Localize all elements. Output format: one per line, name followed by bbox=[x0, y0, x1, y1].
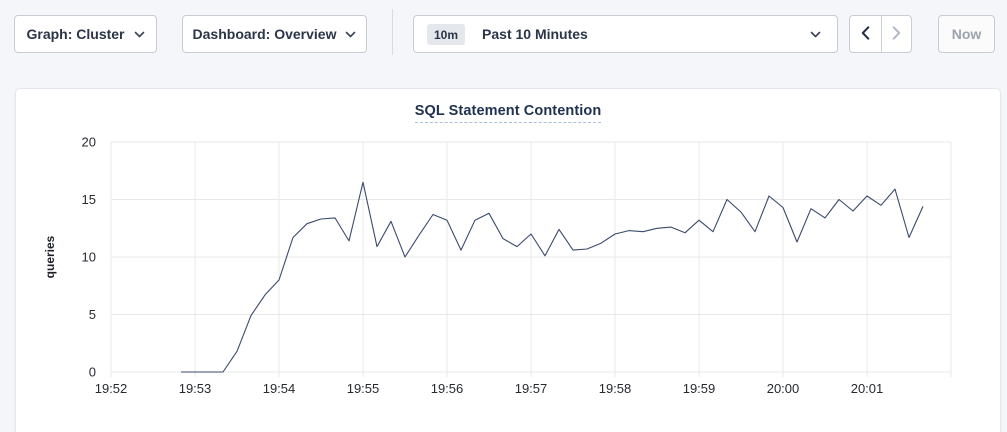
chevron-left-icon bbox=[861, 26, 870, 43]
time-prev-button[interactable] bbox=[850, 16, 881, 52]
graph-dropdown[interactable]: Graph: Cluster bbox=[14, 15, 157, 53]
x-tick-label: 19:58 bbox=[599, 381, 632, 396]
time-next-button[interactable] bbox=[881, 16, 912, 52]
dashboard-dropdown[interactable]: Dashboard: Overview bbox=[182, 15, 367, 53]
y-tick-label: 15 bbox=[82, 192, 96, 207]
x-tick-label: 19:52 bbox=[95, 381, 128, 396]
x-tick-label: 20:01 bbox=[851, 381, 884, 396]
metrics-toolbar: Graph: Cluster Dashboard: Overview 10m P… bbox=[0, 0, 1007, 70]
queries-series-line bbox=[181, 182, 923, 372]
chart-card: SQL Statement Contention 0 5 10 15 20 19:52 19… bbox=[15, 88, 1001, 432]
time-range-selector[interactable]: 10m Past 10 Minutes bbox=[413, 15, 838, 53]
x-tick-label: 19:54 bbox=[263, 381, 296, 396]
y-tick-label: 20 bbox=[82, 135, 96, 150]
y-tick-label: 5 bbox=[89, 307, 96, 322]
y-tick-label: 10 bbox=[82, 250, 96, 265]
sql-statement-contention-chart[interactable]: 0 5 10 15 20 19:52 19:53 19:54 19:55 19:56 19:57 19… bbox=[16, 121, 1002, 411]
time-range-label: Past 10 Minutes bbox=[482, 26, 810, 42]
now-button-label: Now bbox=[952, 26, 982, 42]
time-step-controls bbox=[849, 15, 912, 53]
chevron-down-icon bbox=[345, 31, 356, 38]
dashboard-dropdown-label: Dashboard: Overview bbox=[193, 26, 337, 42]
chevron-down-icon bbox=[134, 31, 145, 38]
y-tick-label: 0 bbox=[89, 365, 96, 380]
chevron-down-icon bbox=[810, 31, 821, 38]
graph-dropdown-label: Graph: Cluster bbox=[26, 26, 124, 42]
time-range-badge: 10m bbox=[427, 24, 465, 45]
x-tick-label: 19:53 bbox=[179, 381, 212, 396]
x-tick-label: 19:56 bbox=[431, 381, 464, 396]
chart-title-row: SQL Statement Contention bbox=[16, 102, 1000, 120]
chevron-right-icon bbox=[892, 26, 901, 43]
x-tick-label: 19:59 bbox=[683, 381, 716, 396]
toolbar-divider bbox=[392, 9, 393, 55]
chart-title[interactable]: SQL Statement Contention bbox=[415, 103, 602, 123]
x-tick-label: 19:57 bbox=[515, 381, 548, 396]
x-tick-label: 20:00 bbox=[767, 381, 800, 396]
x-tick-label: 19:55 bbox=[347, 381, 380, 396]
y-axis-title: queries bbox=[43, 235, 57, 278]
now-button[interactable]: Now bbox=[938, 15, 995, 53]
